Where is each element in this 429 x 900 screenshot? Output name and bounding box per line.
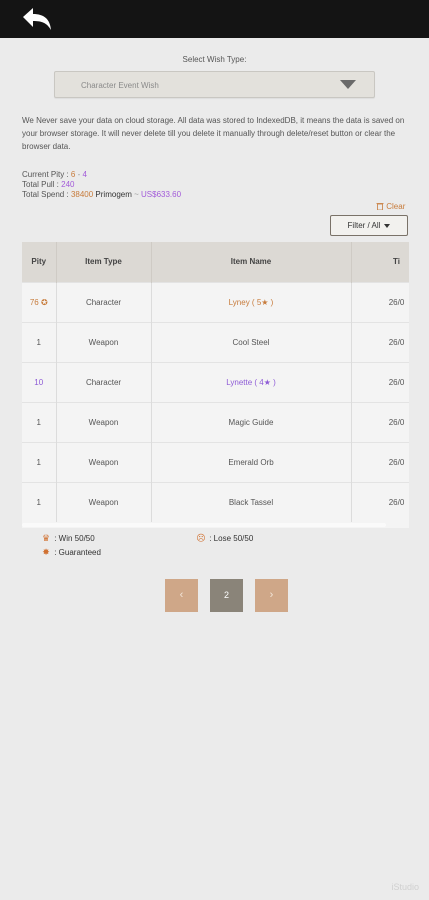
trash-icon bbox=[376, 203, 384, 211]
item-type-cell: Character bbox=[56, 281, 152, 322]
total-spend-row: Total Spend : 38400 Primogem ~ US$633.60 bbox=[22, 190, 181, 200]
current-page-button[interactable]: 2 bbox=[210, 579, 243, 612]
item-name-cell: Magic Guide bbox=[151, 401, 352, 442]
item-type-cell: Weapon bbox=[56, 441, 152, 482]
sad-face-icon: ☹ bbox=[196, 533, 206, 543]
table-header-row: Pity Item Type Item Name Ti bbox=[22, 242, 409, 282]
legend-win: ♛ : Win 50/50 bbox=[40, 533, 95, 544]
next-page-button[interactable]: › bbox=[255, 579, 288, 612]
total-pull-label: Total Pull : bbox=[22, 180, 59, 189]
legend-win-label: : Win 50/50 bbox=[54, 534, 95, 543]
chevron-left-icon: ‹ bbox=[179, 589, 184, 601]
pity-cell: 10 bbox=[22, 361, 57, 402]
prev-page-button[interactable]: ‹ bbox=[165, 579, 198, 612]
pity-cell: 1 bbox=[22, 321, 57, 362]
watermark: iStudio bbox=[391, 882, 419, 892]
item-type-cell: Weapon bbox=[56, 321, 152, 362]
filter-dropdown[interactable]: Filter / All bbox=[330, 215, 408, 236]
table-row: 1 Weapon Cool Steel 26/0 bbox=[22, 321, 409, 362]
spend-tilde: ~ bbox=[134, 190, 139, 199]
chevron-down-icon bbox=[340, 80, 356, 89]
wish-type-label: Select Wish Type: bbox=[182, 55, 247, 64]
col-header-item-name[interactable]: Item Name bbox=[151, 242, 352, 282]
table-row: 1 Weapon Magic Guide 26/0 bbox=[22, 401, 409, 442]
time-cell: 26/0 bbox=[351, 441, 409, 482]
table-horizontal-scrollbar[interactable] bbox=[22, 523, 386, 527]
chevron-right-icon: › bbox=[269, 589, 274, 601]
item-name-cell: Emerald Orb bbox=[151, 441, 352, 482]
total-pull-row: Total Pull : 240 bbox=[22, 180, 181, 190]
time-cell: 26/0 bbox=[351, 481, 409, 522]
table-row: 10 Character Lynette ( 4★ ) 26/0 bbox=[22, 361, 409, 402]
col-header-item-type[interactable]: Item Type bbox=[56, 242, 152, 282]
time-cell: 26/0 bbox=[351, 321, 409, 362]
filter-label: Filter / All bbox=[347, 221, 381, 230]
time-cell: 26/0 bbox=[351, 361, 409, 402]
item-name-cell: Black Tassel bbox=[151, 481, 352, 522]
pity-cell: 1 bbox=[22, 401, 57, 442]
item-type-cell: Character bbox=[56, 361, 152, 402]
table-row: 1 Weapon Black Tassel 26/0 bbox=[22, 481, 409, 522]
star-badge-icon: ✸ bbox=[42, 547, 50, 557]
current-pity-row: Current Pity : 6 - 4 bbox=[22, 170, 181, 180]
item-name-cell: Cool Steel bbox=[151, 321, 352, 362]
col-header-time[interactable]: Ti bbox=[351, 242, 409, 282]
pity-cell: 1 bbox=[22, 441, 57, 482]
wish-type-select[interactable]: Character Event Wish bbox=[54, 71, 375, 98]
item-name-cell: Lynette ( 4★ ) bbox=[151, 361, 352, 402]
clear-label: Clear bbox=[386, 202, 406, 211]
legend-lose: ☹ : Lose 50/50 bbox=[195, 533, 253, 544]
pity-cell: 1 bbox=[22, 481, 57, 522]
crown-icon: ♛ bbox=[41, 533, 51, 543]
pity-cell: 76 ✪ bbox=[22, 281, 57, 322]
item-name-cell: Lyney ( 5★ ) bbox=[151, 281, 352, 322]
col-header-pity[interactable]: Pity bbox=[22, 242, 57, 282]
table-row: 1 Weapon Emerald Orb 26/0 bbox=[22, 441, 409, 482]
storage-notice: We Never save your data on cloud storage… bbox=[22, 116, 405, 151]
back-arrow-icon[interactable] bbox=[20, 6, 54, 32]
wish-type-value: Character Event Wish bbox=[81, 81, 159, 90]
legend-lose-label: : Lose 50/50 bbox=[209, 534, 254, 543]
top-bar bbox=[0, 0, 429, 38]
current-pity-label: Current Pity : bbox=[22, 170, 69, 179]
pity-separator: - bbox=[77, 170, 81, 179]
pity-5-star: 6 bbox=[70, 170, 76, 179]
item-type-cell: Weapon bbox=[56, 401, 152, 442]
legend-guaranteed-label: : Guaranteed bbox=[54, 548, 101, 557]
total-pull-value: 240 bbox=[61, 180, 75, 189]
spend-usd-value: US$633.60 bbox=[141, 190, 182, 199]
primogem-label: Primogem bbox=[95, 190, 132, 199]
item-type-cell: Weapon bbox=[56, 481, 152, 522]
pity-4-star: 4 bbox=[82, 170, 87, 179]
time-cell: 26/0 bbox=[351, 281, 409, 322]
clear-button[interactable]: Clear bbox=[376, 202, 405, 211]
table-row: 76 ✪ Character Lyney ( 5★ ) 26/0 bbox=[22, 281, 409, 322]
legend-guaranteed: ✸ : Guaranteed bbox=[40, 547, 101, 558]
total-spend-label: Total Spend : bbox=[22, 190, 69, 199]
time-cell: 26/0 bbox=[351, 401, 409, 442]
spend-primogem-value: 38400 bbox=[70, 190, 94, 199]
pull-stats: Current Pity : 6 - 4 Total Pull : 240 To… bbox=[22, 170, 181, 200]
history-table-container[interactable]: Pity Item Type Item Name Ti 76 ✪ Charact… bbox=[22, 242, 409, 528]
history-table: Pity Item Type Item Name Ti 76 ✪ Charact… bbox=[22, 242, 409, 522]
caret-down-icon bbox=[384, 223, 391, 228]
